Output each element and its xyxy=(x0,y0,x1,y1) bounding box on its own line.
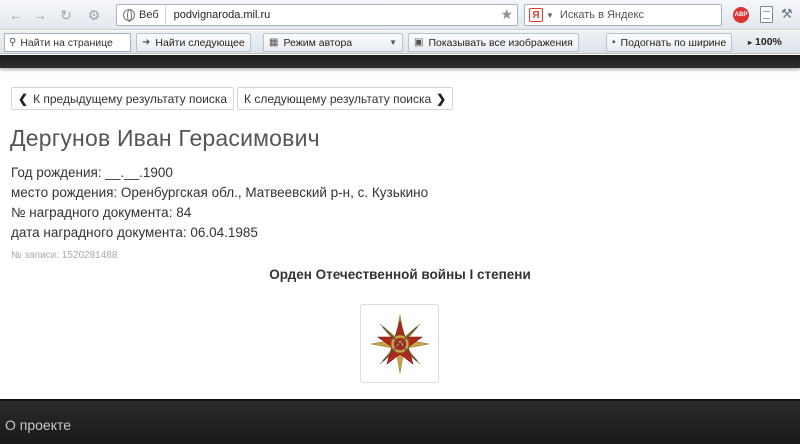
fit-width-button[interactable]: ▪ Подогнать по ширине xyxy=(606,33,733,52)
find-placeholder: Найти на странице xyxy=(20,36,113,49)
find-next-label: Найти следующее xyxy=(155,36,245,49)
reload-icon[interactable]: ↻ xyxy=(56,5,76,25)
chevron-left-icon: ❮ xyxy=(18,91,29,106)
back-icon[interactable]: ← xyxy=(6,5,26,25)
about-project-link[interactable]: О проекте xyxy=(5,417,71,433)
search-box[interactable]: Я ▼ Искать в Яндекс xyxy=(524,4,722,26)
author-mode-icon: ▦ xyxy=(269,37,279,48)
prev-result-label: К предыдущему результату поиска xyxy=(33,91,228,106)
fit-width-label: Подогнать по ширине xyxy=(620,36,727,49)
yandex-icon[interactable]: Я xyxy=(529,8,543,22)
site-footer: О проекте xyxy=(0,399,800,444)
author-mode-button[interactable]: ▦ Режим автора ▼ xyxy=(263,33,403,52)
star-icon[interactable]: ★ xyxy=(500,6,513,23)
find-on-page-input[interactable]: ⚲ Найти на странице xyxy=(4,33,131,52)
browser-nav-bar: ← → ↻ ⚙ Веб podvignaroda.mil.ru ★ Я ▼ Ис… xyxy=(0,0,800,30)
order-star-icon xyxy=(370,314,429,373)
toolbar: ⚲ Найти на странице ➜ Найти следующее ▦ … xyxy=(0,31,800,54)
zoom-level: 100% xyxy=(755,36,782,48)
page-icon[interactable] xyxy=(760,6,773,23)
record-number: № записи: 1520281488 xyxy=(11,250,118,261)
medal-image[interactable] xyxy=(360,304,439,383)
show-images-button[interactable]: ▣ Показывать все изображения xyxy=(408,33,579,52)
award-document-date: дата наградного документа: 06.04.1985 xyxy=(11,225,258,240)
next-result-label: К следующему результату поиска xyxy=(244,91,432,106)
award-document-number: № наградного документа: 84 xyxy=(11,205,192,220)
adblock-icon[interactable]: ABP xyxy=(733,7,749,23)
globe-icon xyxy=(123,9,135,22)
address-bar[interactable]: Веб podvignaroda.mil.ru ★ xyxy=(116,4,518,26)
person-name: Дергунов Иван Герасимович xyxy=(10,125,320,151)
url-text[interactable]: podvignaroda.mil.ru xyxy=(174,9,271,21)
award-title: Орден Отечественной войны I степени xyxy=(269,267,531,282)
web-chip-label: Веб xyxy=(139,9,159,21)
chevron-right-icon: ❯ xyxy=(436,91,447,106)
birth-year: Год рождения: __.__.1900 xyxy=(11,165,173,180)
image-icon: ▣ xyxy=(414,37,424,48)
show-images-label: Показывать все изображения xyxy=(428,36,573,49)
key-icon[interactable]: ⚙ xyxy=(84,5,104,25)
arrow-right-icon: ➜ xyxy=(142,37,151,48)
zoom-triangle-icon: ▸ xyxy=(748,38,753,47)
find-next-button[interactable]: ➜ Найти следующее xyxy=(136,33,251,52)
search-input[interactable]: Искать в Яндекс xyxy=(560,9,644,21)
forward-icon[interactable]: → xyxy=(30,5,50,25)
search-icon: ⚲ xyxy=(9,37,17,48)
author-mode-label: Режим автора xyxy=(283,36,353,49)
fit-width-icon: ▪ xyxy=(612,37,616,48)
web-chip[interactable]: Веб xyxy=(120,6,166,24)
chevron-down-icon: ▼ xyxy=(389,38,397,47)
chevron-down-icon[interactable]: ▼ xyxy=(546,11,554,20)
zoom-control[interactable]: ▸ 100% xyxy=(748,36,782,48)
prev-result-button[interactable]: ❮ К предыдущему результату поиска xyxy=(11,87,235,110)
birth-place: место рождения: Оренбургская обл., Матве… xyxy=(11,185,429,200)
wrench-icon[interactable]: ⚒ xyxy=(781,6,797,24)
next-result-button[interactable]: К следующему результату поиска ❯ xyxy=(237,87,454,110)
site-header xyxy=(0,55,800,68)
